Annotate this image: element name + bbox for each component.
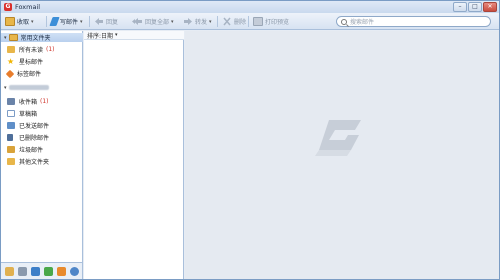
sidebar-item-unread[interactable]: 所有未读 (1) [7,45,81,54]
sidebar-item-label: 其他文件夹 [19,159,50,166]
unread-folder-icon [7,46,15,53]
compose-button[interactable]: 写邮件 ▾ [49,15,83,28]
sidebar-item-label: 收件箱 [19,99,38,106]
maximize-button[interactable]: □ [468,2,482,12]
sidebar-item-label: 草稿箱 [19,111,38,118]
inbox-icon [7,98,15,105]
account-group[interactable]: ▾ [1,83,83,92]
star-icon: ★ [7,57,15,66]
spam-icon [7,146,15,153]
sidebar-item-sent[interactable]: 已发送邮件 [7,121,81,130]
sidebar-item-label: 标签邮件 [17,71,42,78]
reply-all-button[interactable]: 回复全部 ▾ [131,15,174,28]
tag-icon [5,69,15,78]
sidebar-item-label: 所有未读 [19,47,44,54]
mail-view-icon[interactable] [5,267,14,276]
expand-triangle-icon[interactable]: ▾ [4,85,7,91]
close-button[interactable]: ✕ [483,2,497,12]
rss-icon[interactable] [57,267,66,276]
reply-arrow-icon [95,18,103,25]
print-preview-label: 打印预览 [265,19,290,26]
sidebar-item-tagged[interactable]: 标签邮件 [5,69,81,78]
foxmail-logo-icon: G [4,3,12,11]
minimize-button[interactable]: – [453,2,467,12]
notes-icon[interactable] [44,267,53,276]
account-name-blurred [8,85,49,90]
chevron-down-icon[interactable]: ▾ [80,19,83,25]
folder-icon [8,34,18,41]
sidebar-item-label: 星标邮件 [19,59,44,66]
expand-triangle-icon[interactable]: ▾ [4,35,7,41]
forward-button[interactable]: 转发 ▾ [183,15,212,28]
delete-button[interactable]: 删除 [222,15,246,28]
chevron-down-icon: ▾ [115,32,118,38]
sidebar-item-label: 已删除邮件 [19,135,50,142]
sidebar-item-spam[interactable]: 垃圾邮件 [7,145,81,154]
reply-all-arrow-icon [132,18,142,25]
delete-x-icon [223,17,231,26]
receive-button[interactable]: 收取 ▾ [5,15,34,28]
calendar-icon[interactable] [31,267,40,276]
drafts-icon [7,110,15,117]
preview-pane [185,31,499,279]
sent-icon [7,122,15,129]
receive-label: 收取 [17,19,30,26]
title-bar: G Foxmail – □ ✕ [1,1,499,13]
sidebar-item-label: 已发送邮件 [19,123,50,130]
toolbar-divider [89,16,90,27]
chevron-down-icon[interactable]: ▾ [31,19,34,25]
toolbar-divider [248,16,249,27]
reply-all-label: 回复全部 [145,19,170,26]
forward-label: 转发 [195,19,208,26]
compose-label: 写邮件 [60,19,79,26]
delete-label: 删除 [234,19,247,26]
toolbar-divider [46,16,47,27]
print-preview-button[interactable]: 打印预览 [253,15,289,28]
folder-icon [7,158,15,165]
search-input[interactable] [350,18,486,26]
unread-count-badge: (1) [40,98,49,105]
toolbar-divider [217,16,218,27]
foxmail-window: G Foxmail – □ ✕ 收取 ▾ 写邮件 ▾ 回复 回复全部 ▾ 转发 … [0,0,500,280]
reply-button[interactable]: 回复 [94,15,118,28]
receive-mail-icon [5,17,15,26]
contacts-icon[interactable] [18,267,27,276]
sidebar-item-inbox[interactable]: 收件箱 (1) [7,97,81,106]
message-list: 排序:日期 ▾ [84,31,184,279]
sidebar-item-deleted[interactable]: 已删除邮件 [7,133,81,142]
reply-label: 回复 [106,19,119,26]
printer-icon [253,17,263,26]
folder-sidebar: ▾ 常用文件夹 所有未读 (1) ★ 星标邮件 标签邮件 ▾ 收件箱 (1) 草… [1,31,83,262]
chevron-down-icon[interactable]: ▾ [209,19,212,25]
settings-icon[interactable] [70,267,79,276]
trash-icon [7,134,13,141]
common-folders-group[interactable]: ▾ 常用文件夹 [1,33,83,42]
sidebar-bottom-bar [1,262,83,279]
sidebar-item-starred[interactable]: ★ 星标邮件 [7,57,81,67]
search-box[interactable] [336,16,491,27]
sidebar-item-other-folders[interactable]: 其他文件夹 [7,157,81,166]
sort-selector[interactable]: 排序:日期 ▾ [84,31,184,40]
group-label: 常用文件夹 [20,35,51,42]
unread-count-badge: (1) [46,46,55,53]
toolbar: 收取 ▾ 写邮件 ▾ 回复 回复全部 ▾ 转发 ▾ 删除 打印预览 搜索邮件 [1,13,499,30]
window-controls: – □ ✕ [452,2,497,12]
search-icon [341,19,347,25]
forward-arrow-icon [184,18,192,25]
foxmail-watermark-icon [315,120,361,156]
sort-label: 排序:日期 [87,32,114,40]
sidebar-item-drafts[interactable]: 草稿箱 [7,109,81,118]
pen-icon [49,17,60,26]
sidebar-item-label: 垃圾邮件 [19,147,44,154]
window-title: Foxmail [15,3,41,11]
chevron-down-icon[interactable]: ▾ [171,19,174,25]
